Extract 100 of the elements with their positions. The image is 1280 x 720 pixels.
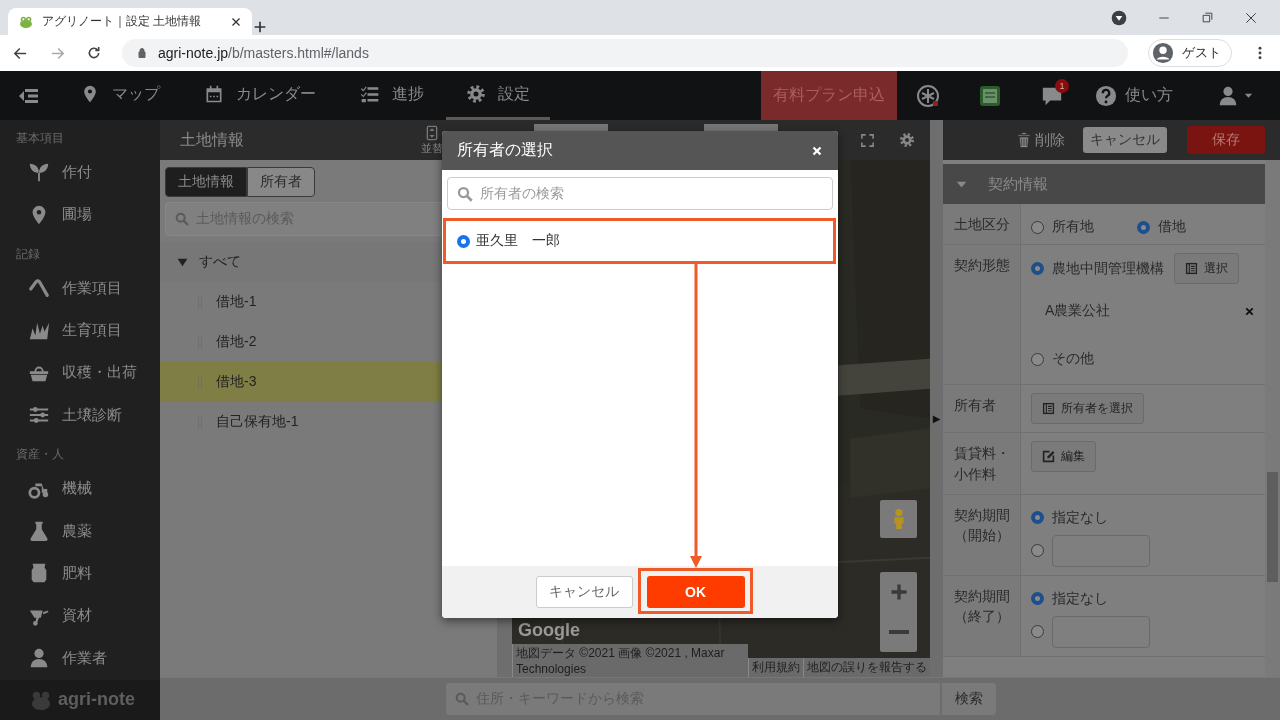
section-heading: 記録 bbox=[15, 245, 41, 263]
edit-button[interactable]: 編集 bbox=[1031, 441, 1096, 473]
dialog-title: 所有者の選択 bbox=[457, 140, 553, 160]
trash-icon bbox=[1015, 131, 1033, 149]
nav-tab[interactable]: カレンダー bbox=[182, 71, 338, 120]
radio-button[interactable] bbox=[1031, 625, 1044, 639]
cancel-button[interactable]: キャンセル bbox=[1083, 127, 1167, 153]
radio-button[interactable] bbox=[457, 234, 470, 248]
person-icon bbox=[1217, 84, 1239, 107]
settings-icon bbox=[466, 84, 486, 104]
ok-button[interactable]: OK bbox=[646, 576, 745, 608]
radio-option[interactable]: 所有地 bbox=[1031, 218, 1137, 236]
close-icon[interactable] bbox=[811, 144, 823, 157]
settings-icon[interactable] bbox=[899, 132, 915, 148]
asterisk-circle-icon[interactable] bbox=[916, 83, 940, 108]
flask-icon bbox=[28, 520, 50, 543]
tree-item[interactable]: 借地-2 bbox=[160, 322, 497, 362]
address-bar[interactable]: agri-note.jp/b/masters.html#/lands bbox=[122, 39, 1128, 67]
field-label: 契約期間（開始） bbox=[943, 494, 1021, 575]
panel-title: 土地情報 bbox=[180, 129, 244, 150]
cancel-button[interactable]: キャンセル bbox=[535, 576, 633, 608]
sidebar-item[interactable]: 機械 bbox=[0, 467, 160, 510]
nav-tab[interactable]: 進捗 bbox=[338, 71, 446, 120]
owner-select-button[interactable]: 所有者を選択 bbox=[1031, 393, 1144, 425]
radio-button[interactable] bbox=[1031, 220, 1044, 234]
sidebar-item[interactable]: 作業者 bbox=[0, 637, 160, 680]
sidebar-item[interactable]: 圃場 bbox=[0, 193, 160, 236]
radio-button[interactable] bbox=[1031, 544, 1044, 558]
radio-option[interactable]: 借地 bbox=[1137, 218, 1243, 236]
radio-button[interactable] bbox=[1031, 262, 1044, 276]
lock-icon bbox=[136, 47, 148, 59]
radio-button[interactable] bbox=[1031, 511, 1044, 525]
field-label: 賃貸料・小作料 bbox=[943, 433, 1021, 494]
scrollbar[interactable] bbox=[1265, 160, 1280, 677]
sidebar-item[interactable]: 肥料 bbox=[0, 552, 160, 595]
list-icon bbox=[1042, 402, 1055, 416]
sort-button[interactable]: 並替 bbox=[421, 124, 443, 156]
tab[interactable]: 所有者 bbox=[247, 167, 315, 197]
section-heading: 資産・人 bbox=[15, 446, 65, 464]
sprout-icon bbox=[28, 161, 50, 184]
field-label: 所有者 bbox=[943, 385, 1021, 433]
tab-title: アグリノート｜設定 土地情報 bbox=[42, 13, 203, 30]
close-icon[interactable] bbox=[230, 15, 242, 28]
minus-icon bbox=[888, 630, 909, 634]
hoe-icon bbox=[28, 277, 50, 299]
search-icon bbox=[454, 691, 470, 707]
nav-tab[interactable]: マップ bbox=[58, 71, 182, 120]
radio-button[interactable] bbox=[1137, 220, 1150, 234]
logo-text: agri-note bbox=[58, 689, 135, 711]
notification-badge: 1 bbox=[1055, 79, 1069, 93]
search-icon bbox=[174, 211, 190, 227]
section-heading: 基本項目 bbox=[15, 130, 65, 147]
calendar-icon bbox=[204, 84, 224, 104]
avatar-icon bbox=[1152, 42, 1174, 64]
terms-link[interactable]: 利用規約 bbox=[748, 658, 803, 677]
save-button[interactable]: 保存 bbox=[1187, 126, 1265, 154]
report-link[interactable]: 地図の誤りを報告する bbox=[803, 658, 930, 677]
help-icon bbox=[1095, 84, 1117, 107]
radio-button[interactable] bbox=[1031, 592, 1044, 606]
sidebar-item[interactable]: 農薬 bbox=[0, 509, 160, 553]
field-label: 契約形態 bbox=[943, 245, 1021, 385]
collapse-toggle[interactable]: ▶ bbox=[932, 413, 941, 424]
sidebar-item[interactable]: 生育項目 bbox=[0, 309, 160, 352]
radio-button[interactable] bbox=[1031, 352, 1044, 366]
sidebar-item[interactable]: 土壌診断 bbox=[0, 394, 160, 437]
book-icon[interactable] bbox=[978, 83, 1002, 108]
map-logo: Google bbox=[518, 620, 580, 641]
delete-button[interactable]: 削除 bbox=[1015, 130, 1065, 150]
help-link[interactable]: 使い方 bbox=[1083, 71, 1197, 120]
caret-icon[interactable] bbox=[1111, 9, 1127, 26]
reload-icon[interactable] bbox=[86, 45, 102, 61]
close-icon[interactable] bbox=[1244, 10, 1258, 25]
url-text: agri-note.jp/b/masters.html#/lands bbox=[158, 45, 369, 61]
checklist-icon bbox=[360, 84, 380, 104]
browser-tab[interactable]: アグリノート｜設定 土地情報 bbox=[8, 8, 252, 35]
tree-item[interactable]: 自己保有地-1 bbox=[160, 402, 497, 442]
restore-icon[interactable] bbox=[1201, 11, 1214, 24]
sidebar-item[interactable]: 資材 bbox=[0, 594, 160, 638]
new-tab-icon[interactable] bbox=[252, 19, 268, 35]
sidebar-item[interactable]: 収穫・出荷 bbox=[0, 351, 160, 395]
section-header[interactable]: 契約情報 bbox=[943, 164, 1265, 204]
sort-icon bbox=[424, 124, 440, 141]
search-field[interactable]: 所有者の検索 bbox=[447, 177, 833, 210]
search-button[interactable]: 検索 bbox=[942, 683, 996, 715]
radio-option[interactable]: 指定なし bbox=[1031, 583, 1255, 608]
search-icon bbox=[456, 184, 474, 203]
tab[interactable]: 土地情報 bbox=[165, 167, 247, 197]
radio-option[interactable]: その他 bbox=[1031, 350, 1255, 377]
remove-icon[interactable] bbox=[1244, 305, 1255, 317]
sidebar-item[interactable]: 作業項目 bbox=[0, 266, 160, 310]
tree-item[interactable]: 借地-1 bbox=[160, 282, 497, 322]
field-label: 契約期間（終了） bbox=[943, 575, 1021, 656]
select-button[interactable]: 選択 bbox=[1174, 253, 1239, 285]
radio-option[interactable]: 指定なし bbox=[1031, 502, 1255, 527]
field-label: 土地区分 bbox=[943, 204, 1021, 245]
radio-option[interactable]: 農地中間管理機構 bbox=[1031, 259, 1164, 278]
fullscreen-icon[interactable] bbox=[860, 133, 875, 148]
map-attribution: 地図データ ©2021 画像 ©2021 , Maxar Technologies bbox=[512, 644, 748, 677]
sidebar-item[interactable]: 作付 bbox=[0, 151, 160, 194]
organization-name: A農業公社 bbox=[1045, 302, 1111, 321]
